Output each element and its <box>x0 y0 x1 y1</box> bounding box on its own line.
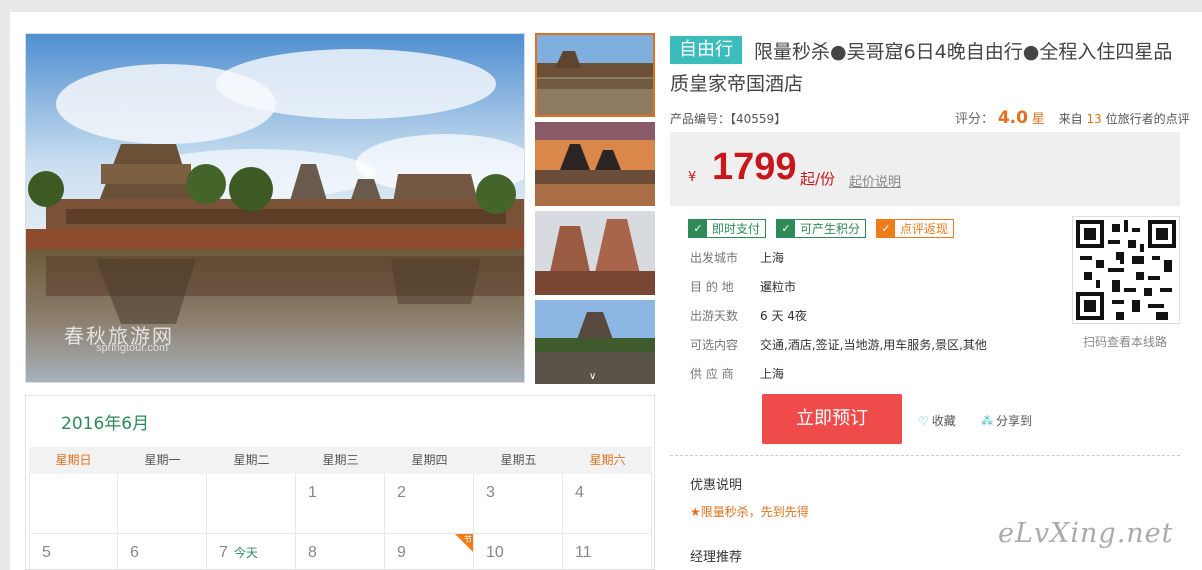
check-icon: ✓ <box>689 220 707 237</box>
review-suffix: 位旅行者的点评 <box>1105 112 1190 126</box>
weekday-sun: 星期日 <box>55 453 92 467</box>
calendar-day[interactable]: 3 <box>474 474 563 534</box>
thumbnail-1[interactable] <box>535 33 655 117</box>
qr-code <box>1072 216 1180 324</box>
rating-score: 4.0 <box>997 108 1028 128</box>
thumbnail-4[interactable]: ∨ <box>535 300 655 384</box>
calendar-month: 2016年6月 <box>61 414 150 434</box>
price-unit: 起/份 <box>800 170 836 188</box>
rating-unit: 星 <box>1031 112 1045 127</box>
thumbnail-3[interactable] <box>535 211 655 295</box>
thumbnail-2[interactable] <box>535 122 655 206</box>
product-code-label: 产品编号： <box>670 112 731 126</box>
tag-points: ✓ 可产生积分 <box>776 219 867 238</box>
product-title: 限量秒杀●吴哥窟6日4晚自由行●全程入住四星品质皇家帝国酒店 <box>670 41 1173 95</box>
info-options: 可选内容 交通,酒店,签证,当地游,用车服务,景区,其他 <box>690 338 987 352</box>
calendar-grid: 1 2 3 4 5 6 7 今天 8 9节 10 11 <box>29 474 652 570</box>
calendar-day[interactable]: 10 <box>474 534 563 570</box>
tag-instant-pay: ✓ 即时支付 <box>688 219 767 238</box>
photo-watermark-sub: springtour.com <box>96 342 169 354</box>
calendar-day-holiday[interactable]: 9节 <box>385 534 474 570</box>
info-duration: 出游天数 6 天 4夜 <box>690 309 807 323</box>
promo-title: 优惠说明 <box>690 478 743 493</box>
calendar-day[interactable]: 2 <box>385 474 474 534</box>
product-code-value: 【40559】 <box>730 112 787 126</box>
qr-caption: 扫码查看本线路 <box>1083 335 1168 349</box>
section-divider <box>670 455 1180 456</box>
weekday-wed: 星期三 <box>322 453 359 467</box>
calendar-weekdays: 星期日 星期一 星期二 星期三 星期四 星期五 星期六 <box>29 447 652 474</box>
thumbnail-strip: ∨ <box>535 33 655 389</box>
price-amount: 1799 <box>712 146 797 188</box>
currency-symbol: ¥ <box>688 170 697 185</box>
tag-review-cashback: ✓ 点评返现 <box>876 219 955 238</box>
weekday-fri: 星期五 <box>500 453 537 467</box>
weekday-tue: 星期二 <box>233 453 270 467</box>
rating-label: 评分： <box>955 112 995 127</box>
holiday-mark: 节 <box>464 535 472 544</box>
promo-text: ★限量秒杀，先到先得 <box>690 505 809 519</box>
calendar-day[interactable] <box>207 474 296 534</box>
calendar-week-1: 1 2 3 4 <box>29 474 652 534</box>
rating-summary: 评分： 4.0 星 来自 13 位旅行者的点评 <box>955 108 1190 128</box>
favorite-button[interactable]: ♡ 收藏 <box>918 412 956 429</box>
calendar-day[interactable]: 4 <box>563 474 652 534</box>
brand-watermark: eLvXing.net <box>998 518 1174 549</box>
today-label: 今天 <box>233 546 258 560</box>
calendar-day[interactable] <box>118 474 207 534</box>
info-supplier: 供 应 商上海 <box>690 367 785 381</box>
price-explain-link[interactable]: 起价说明 <box>849 171 901 190</box>
check-icon: ✓ <box>777 220 796 237</box>
check-icon: ✓ <box>877 220 896 237</box>
manager-recommend-title: 经理推荐 <box>690 550 743 565</box>
weekday-thu: 星期四 <box>411 453 448 467</box>
share-icon: ⁂ <box>981 414 993 428</box>
book-now-button[interactable]: 立即预订 <box>762 394 902 444</box>
self-guided-badge: 自由行 <box>670 36 742 64</box>
calendar-day[interactable]: 1 <box>296 474 385 534</box>
departure-calendar: 2016年6月 星期日 星期一 星期二 星期三 星期四 星期五 星期六 1 2 … <box>25 395 655 570</box>
weekday-sat: 星期六 <box>589 453 626 467</box>
feature-tags: ✓ 即时支付 ✓ 可产生积分 ✓ 点评返现 <box>688 219 955 238</box>
calendar-day[interactable]: 11 <box>563 534 652 570</box>
review-count[interactable]: 13 <box>1086 112 1101 126</box>
qr-code-icon <box>1076 220 1176 320</box>
calendar-week-2: 5 6 7 今天 8 9节 10 11 <box>29 534 652 570</box>
calendar-day[interactable]: 5 <box>29 534 118 570</box>
main-photo[interactable]: 春秋旅游网 springtour.com <box>25 33 525 383</box>
review-prefix: 来自 <box>1058 112 1083 126</box>
info-departure: 出发城市 上海 <box>690 251 785 265</box>
heart-icon: ♡ <box>918 414 929 428</box>
share-button[interactable]: ⁂ 分享到 <box>981 412 1032 429</box>
calendar-day-today[interactable]: 7 今天 <box>207 534 296 570</box>
calendar-day[interactable]: 8 <box>296 534 385 570</box>
product-code: 产品编号：【40559】 <box>670 110 786 127</box>
info-destination: 目 的 地暹粒市 <box>690 280 797 294</box>
weekday-mon: 星期一 <box>144 453 181 467</box>
calendar-day[interactable] <box>29 474 118 534</box>
chevron-down-icon[interactable]: ∨ <box>589 371 596 382</box>
product-info-list: 出发城市 上海 目 的 地暹粒市 出游天数 6 天 4夜 可选内容 交通,酒店,签证,… <box>690 249 987 394</box>
price-box: ¥ 1799 起/份 起价说明 <box>670 132 1180 206</box>
calendar-day[interactable]: 6 <box>118 534 207 570</box>
